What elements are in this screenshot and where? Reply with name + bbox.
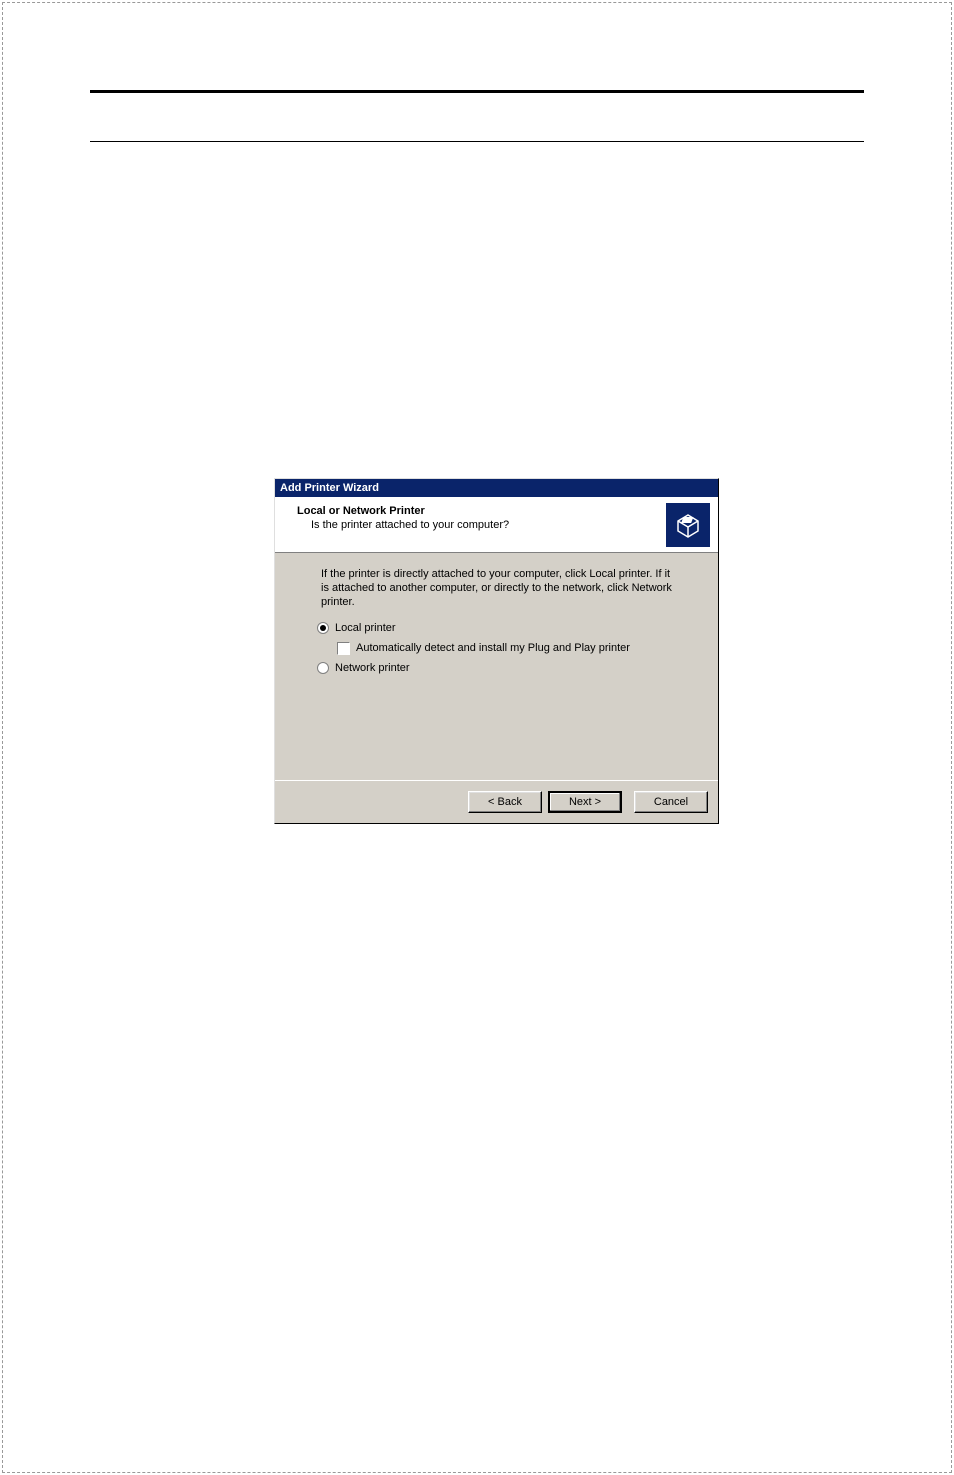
- add-printer-wizard-dialog: Add Printer Wizard Local or Network Prin…: [274, 478, 719, 824]
- next-button[interactable]: Next >: [548, 791, 622, 813]
- printer-icon: [666, 503, 710, 547]
- network-printer-radio[interactable]: [317, 662, 329, 674]
- network-printer-label: Network printer: [335, 661, 410, 675]
- dialog-header-title: Local or Network Printer: [297, 505, 706, 517]
- local-printer-option[interactable]: Local printer: [317, 621, 678, 635]
- cancel-button[interactable]: Cancel: [634, 791, 708, 813]
- instruction-text: If the printer is directly attached to y…: [321, 567, 678, 609]
- local-printer-radio[interactable]: [317, 622, 329, 634]
- autodetect-checkbox[interactable]: [337, 642, 350, 655]
- dialog-header: Local or Network Printer Is the printer …: [275, 497, 718, 553]
- horizontal-rule-thin: [90, 141, 864, 142]
- horizontal-rule-thick: [90, 90, 864, 93]
- autodetect-option[interactable]: Automatically detect and install my Plug…: [337, 641, 678, 655]
- dialog-title: Add Printer Wizard: [280, 482, 379, 494]
- document-content: [90, 90, 864, 142]
- dialog-header-subtitle: Is the printer attached to your computer…: [311, 519, 706, 531]
- autodetect-label: Automatically detect and install my Plug…: [356, 641, 630, 655]
- local-printer-label: Local printer: [335, 621, 396, 635]
- dialog-footer: < Back Next > Cancel: [275, 780, 718, 823]
- back-button[interactable]: < Back: [468, 791, 542, 813]
- network-printer-option[interactable]: Network printer: [317, 661, 678, 675]
- dialog-body: If the printer is directly attached to y…: [275, 553, 718, 780]
- dialog-titlebar: Add Printer Wizard: [275, 479, 718, 497]
